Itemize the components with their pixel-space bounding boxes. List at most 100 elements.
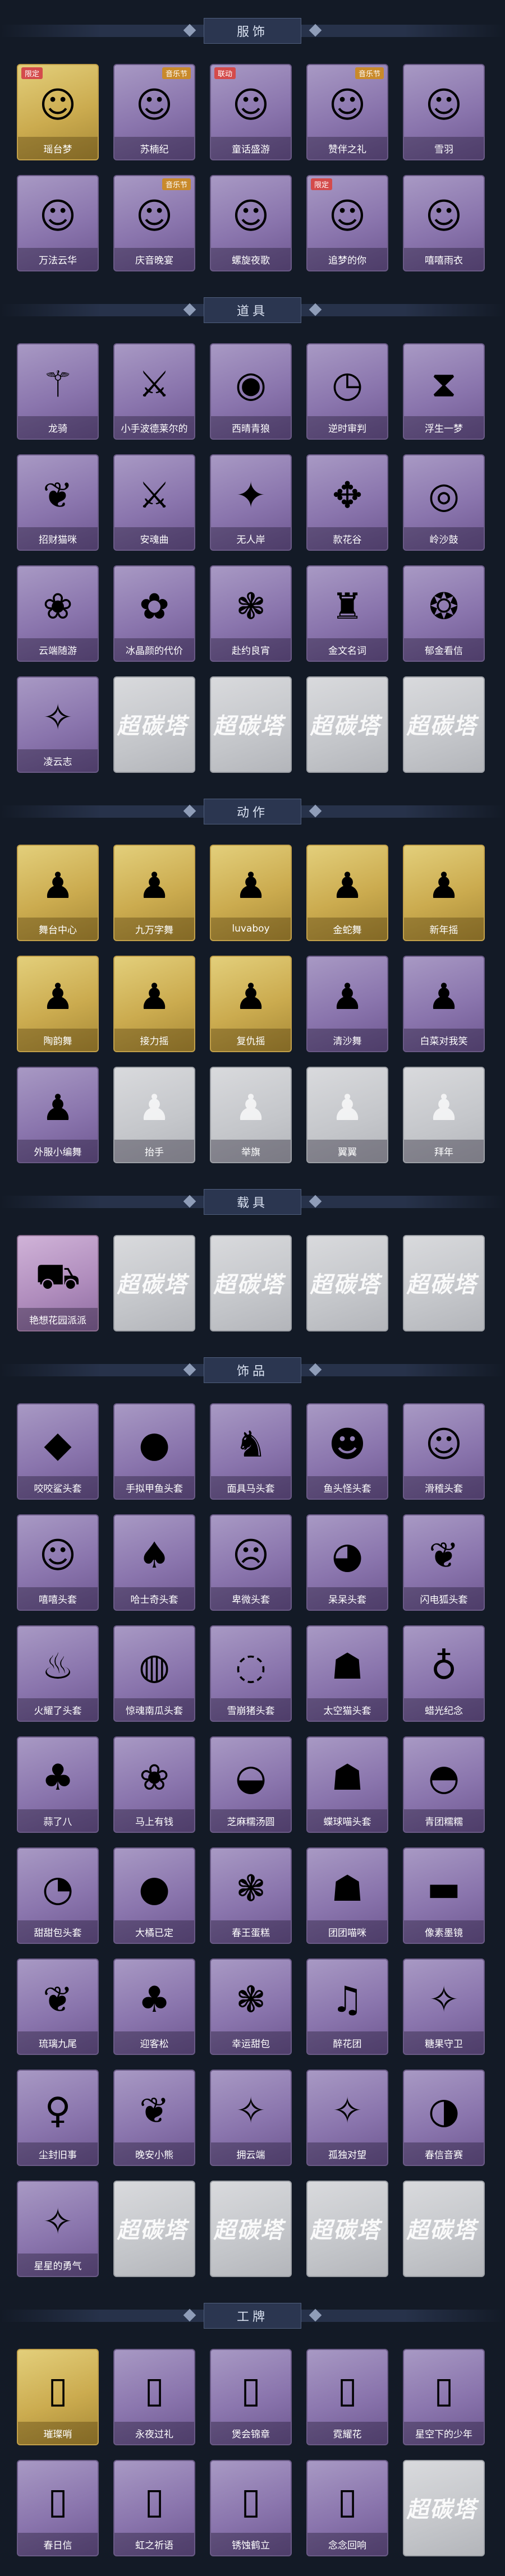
item-card[interactable]: ♟ 陶韵舞: [17, 956, 99, 1052]
item-card[interactable]: 超碳塔: [306, 676, 388, 773]
item-card[interactable]: ⚔ 安魂曲: [113, 454, 195, 551]
item-card[interactable]: ♟ 复仇摇: [210, 956, 292, 1052]
item-card[interactable]: ♠ 哈士奇头套: [113, 1514, 195, 1611]
item-card[interactable]: ◓ 青团糯糯: [403, 1736, 485, 1833]
item-card[interactable]: ☺ 嘻嘻雨衣: [403, 175, 485, 271]
item-card[interactable]: ♁ 蜡光纪念: [403, 1625, 485, 1722]
item-card[interactable]: ❀ 云端随游: [17, 565, 99, 662]
item-card[interactable]: ◑ 春信音赛: [403, 2070, 485, 2166]
item-card[interactable]: ❦ 琉璃九尾: [17, 1959, 99, 2055]
item-card[interactable]: ▯ 锈蚀鹤立: [210, 2460, 292, 2556]
item-card[interactable]: 超碳塔: [113, 676, 195, 773]
item-card[interactable]: ☺ 滑稽头套: [403, 1403, 485, 1500]
item-card[interactable]: ✦ 无人岸: [210, 454, 292, 551]
item-card[interactable]: ☺ 限定 瑶台梦: [17, 64, 99, 160]
item-card[interactable]: ▯ 煲会锦章: [210, 2349, 292, 2445]
item-card[interactable]: 超碳塔: [306, 1235, 388, 1331]
item-card[interactable]: ✥ 款花谷: [306, 454, 388, 551]
item-card[interactable]: ☹ 卑微头套: [210, 1514, 292, 1611]
item-card[interactable]: ⧗ 浮生一梦: [403, 343, 485, 440]
item-card[interactable]: ♞ 面具马头套: [210, 1403, 292, 1500]
item-card[interactable]: ✧ 拥云端: [210, 2070, 292, 2166]
item-card[interactable]: ❦ 招财猫咪: [17, 454, 99, 551]
item-card[interactable]: ❂ 郁金看信: [403, 565, 485, 662]
item-card[interactable]: ☺ 音乐节 苏楠纪: [113, 64, 195, 160]
item-card[interactable]: ● 手拟甲鱼头套: [113, 1403, 195, 1500]
item-card[interactable]: ♜ 金文名词: [306, 565, 388, 662]
item-card[interactable]: 超碳塔: [113, 1235, 195, 1331]
item-card[interactable]: ♨ 火耀了头套: [17, 1625, 99, 1722]
item-card[interactable]: 超碳塔: [210, 2181, 292, 2277]
item-card[interactable]: ▯ 春日信: [17, 2460, 99, 2556]
item-card[interactable]: 超碳塔: [113, 2181, 195, 2277]
item-card[interactable]: ⛟ 艳想花园派派: [17, 1235, 99, 1331]
item-card[interactable]: ❃ 幸运甜包: [210, 1959, 292, 2055]
item-card[interactable]: ◉ 西晴青狼: [210, 343, 292, 440]
item-card[interactable]: 超碳塔: [403, 676, 485, 773]
item-card[interactable]: ◍ 惊魂南瓜头套: [113, 1625, 195, 1722]
item-card[interactable]: ♀ 尘封旧事: [17, 2070, 99, 2166]
item-card[interactable]: ⚔ 小手波德莱尔的: [113, 343, 195, 440]
item-card[interactable]: ☺ 雪羽: [403, 64, 485, 160]
item-card[interactable]: 超碳塔: [403, 2460, 485, 2556]
item-card[interactable]: ▯ 永夜过礼: [113, 2349, 195, 2445]
item-card[interactable]: ☺ 限定 追梦的你: [306, 175, 388, 271]
item-card[interactable]: ◒ 芝麻糯汤圆: [210, 1736, 292, 1833]
item-card[interactable]: ▯ 念念回响: [306, 2460, 388, 2556]
item-card[interactable]: ❃ 赴约良宵: [210, 565, 292, 662]
item-card[interactable]: ✿ 冰晶颜的代价: [113, 565, 195, 662]
item-card[interactable]: ☺ 音乐节 赞伴之礼: [306, 64, 388, 160]
item-card[interactable]: ⚚ 龙骑: [17, 343, 99, 440]
item-card[interactable]: ♟ 九万字舞: [113, 845, 195, 941]
item-card[interactable]: ◌ 雪崩猪头套: [210, 1625, 292, 1722]
item-card[interactable]: ▯ 霓耀花: [306, 2349, 388, 2445]
item-card[interactable]: ☗ 团团喵咪: [306, 1847, 388, 1944]
item-card[interactable]: ◕ 呆呆头套: [306, 1514, 388, 1611]
item-card[interactable]: ☺ 嘻嘻头套: [17, 1514, 99, 1611]
item-card[interactable]: ◔ 甜甜包头套: [17, 1847, 99, 1944]
item-card[interactable]: ◷ 逆时审判: [306, 343, 388, 440]
item-card[interactable]: ♟ 举旗: [210, 1067, 292, 1163]
item-card[interactable]: ◎ 岭沙鼓: [403, 454, 485, 551]
item-card[interactable]: 超碳塔: [210, 1235, 292, 1331]
item-card[interactable]: ♟ 清沙舞: [306, 956, 388, 1052]
item-card[interactable]: 超碳塔: [210, 676, 292, 773]
item-card[interactable]: ✧ 孤独对望: [306, 2070, 388, 2166]
item-card[interactable]: ♟ 新年摇: [403, 845, 485, 941]
item-card[interactable]: ♟ 接力摇: [113, 956, 195, 1052]
item-card[interactable]: ☺ 联动 童话盛游: [210, 64, 292, 160]
item-card[interactable]: ♟ 抬手: [113, 1067, 195, 1163]
item-card[interactable]: ▯ 星空下的少年: [403, 2349, 485, 2445]
item-card[interactable]: ♫ 醉花团: [306, 1959, 388, 2055]
item-card[interactable]: ♟ 拜年: [403, 1067, 485, 1163]
item-card[interactable]: ☻ 鱼头怪头套: [306, 1403, 388, 1500]
item-card[interactable]: ♟ 白菜对我笑: [403, 956, 485, 1052]
item-card[interactable]: ▯ 虹之祈语: [113, 2460, 195, 2556]
item-card[interactable]: ✧ 糖果守卫: [403, 1959, 485, 2055]
item-card[interactable]: ▬ 像素墨镜: [403, 1847, 485, 1944]
item-card[interactable]: 超碳塔: [403, 2181, 485, 2277]
item-card[interactable]: ▯ 璀璨哨: [17, 2349, 99, 2445]
item-card[interactable]: ☗ 太空猫头套: [306, 1625, 388, 1722]
item-card[interactable]: ☺ 音乐节 庆音晚宴: [113, 175, 195, 271]
item-card[interactable]: ♟ 舞台中心: [17, 845, 99, 941]
item-card[interactable]: ☺ 万法云华: [17, 175, 99, 271]
item-card[interactable]: ❀ 马上有钱: [113, 1736, 195, 1833]
item-card[interactable]: ♣ 蒜了八: [17, 1736, 99, 1833]
item-card[interactable]: ♟ 金蛇舞: [306, 845, 388, 941]
item-card[interactable]: ✧ 星星的勇气: [17, 2181, 99, 2277]
item-card[interactable]: ☺ 螺旋夜歌: [210, 175, 292, 271]
item-card[interactable]: ❦ 闪电狐头套: [403, 1514, 485, 1611]
item-card[interactable]: 超碳塔: [403, 1235, 485, 1331]
item-card[interactable]: ♟ 外服小编舞: [17, 1067, 99, 1163]
item-card[interactable]: ❃ 春王蛋糕: [210, 1847, 292, 1944]
item-card[interactable]: ✧ 凌云志: [17, 676, 99, 773]
item-card[interactable]: ♟ luvaboy: [210, 845, 292, 941]
item-card[interactable]: ◆ 咬咬鲨头套: [17, 1403, 99, 1500]
item-card[interactable]: ♟ 翼翼: [306, 1067, 388, 1163]
item-card[interactable]: ☗ 蝶球喵头套: [306, 1736, 388, 1833]
item-card[interactable]: ♣ 迎客松: [113, 1959, 195, 2055]
item-card[interactable]: 超碳塔: [306, 2181, 388, 2277]
item-card[interactable]: ❦ 晚安小熊: [113, 2070, 195, 2166]
item-card[interactable]: ● 大橘已定: [113, 1847, 195, 1944]
